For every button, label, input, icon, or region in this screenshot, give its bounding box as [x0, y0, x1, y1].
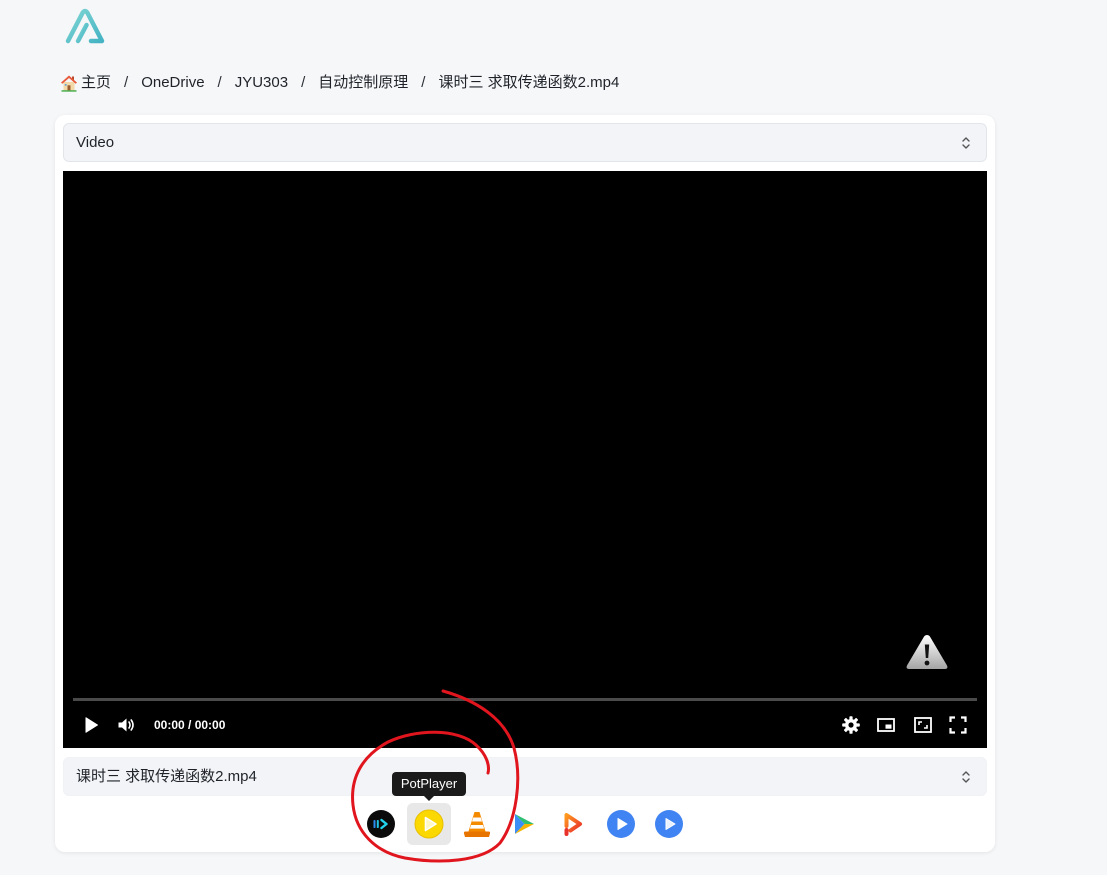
play-icon	[85, 717, 98, 733]
progress-bar[interactable]	[73, 698, 977, 701]
web-fullscreen-button[interactable]	[913, 715, 933, 735]
chevron-up-down-icon	[962, 137, 970, 149]
open-in-nplayer-button[interactable]	[509, 809, 539, 839]
play-button[interactable]	[81, 715, 101, 735]
file-select[interactable]: 课时三 求取传递函数2.mp4	[63, 757, 987, 796]
breadcrumb-separator: /	[217, 74, 222, 91]
open-in-vlc-button[interactable]	[462, 809, 492, 839]
app-logo-icon[interactable]	[63, 6, 107, 46]
tooltip-arrow	[424, 796, 434, 801]
breadcrumb-home[interactable]: 主页	[60, 73, 111, 93]
infuse-icon	[564, 813, 582, 836]
vlc-icon	[463, 812, 491, 837]
chevron-up-down-icon	[962, 771, 970, 783]
open-in-mxplayer-pro-button[interactable]	[654, 809, 684, 839]
mxplayer-pro-icon	[655, 810, 683, 838]
iina-icon	[367, 810, 395, 838]
open-in-potplayer-button[interactable]	[414, 809, 444, 839]
breadcrumb-home-label: 主页	[81, 74, 112, 91]
potplayer-icon	[414, 809, 444, 839]
home-icon	[61, 75, 77, 92]
open-in-mxplayer-button[interactable]	[606, 809, 636, 839]
picture-in-picture-icon	[877, 718, 895, 732]
nplayer-icon	[515, 814, 534, 834]
breadcrumb-item-folder[interactable]: JYU303	[235, 73, 288, 93]
breadcrumb-item-onedrive[interactable]: OneDrive	[141, 73, 204, 93]
video-player[interactable]: 00:00 / 00:00	[63, 171, 987, 748]
preview-type-value: Video	[76, 134, 115, 151]
open-in-iina-button[interactable]	[366, 809, 396, 839]
preview-card: Video 00:00 / 00:00 课时三 求取传递函数2.mp4 PotP…	[55, 115, 995, 852]
breadcrumb-item-current-file[interactable]: 课时三 求取传递函数2.mp4	[438, 73, 619, 93]
open-in-infuse-button[interactable]	[557, 809, 587, 839]
time-display: 00:00 / 00:00	[154, 718, 226, 732]
volume-icon	[118, 718, 134, 732]
file-select-value: 课时三 求取传递函数2.mp4	[76, 768, 257, 785]
settings-icon	[842, 716, 860, 734]
preview-type-select[interactable]: Video	[63, 123, 987, 162]
breadcrumb-separator: /	[421, 74, 426, 91]
picture-in-picture-button[interactable]	[876, 715, 896, 735]
web-fullscreen-icon	[914, 717, 932, 733]
breadcrumb-item-subfolder[interactable]: 自动控制原理	[318, 73, 408, 93]
breadcrumb: 主页 / OneDrive / JYU303 / 自动控制原理 / 课时三 求取…	[60, 73, 619, 93]
fullscreen-button[interactable]	[948, 715, 968, 735]
breadcrumb-separator: /	[301, 74, 306, 91]
volume-button[interactable]	[116, 715, 136, 735]
breadcrumb-separator: /	[124, 74, 129, 91]
tooltip: PotPlayer	[392, 772, 466, 801]
settings-button[interactable]	[841, 715, 861, 735]
fullscreen-icon	[949, 716, 967, 734]
mxplayer-icon	[607, 810, 635, 838]
warning-icon	[905, 633, 949, 671]
tooltip-label: PotPlayer	[400, 776, 458, 791]
